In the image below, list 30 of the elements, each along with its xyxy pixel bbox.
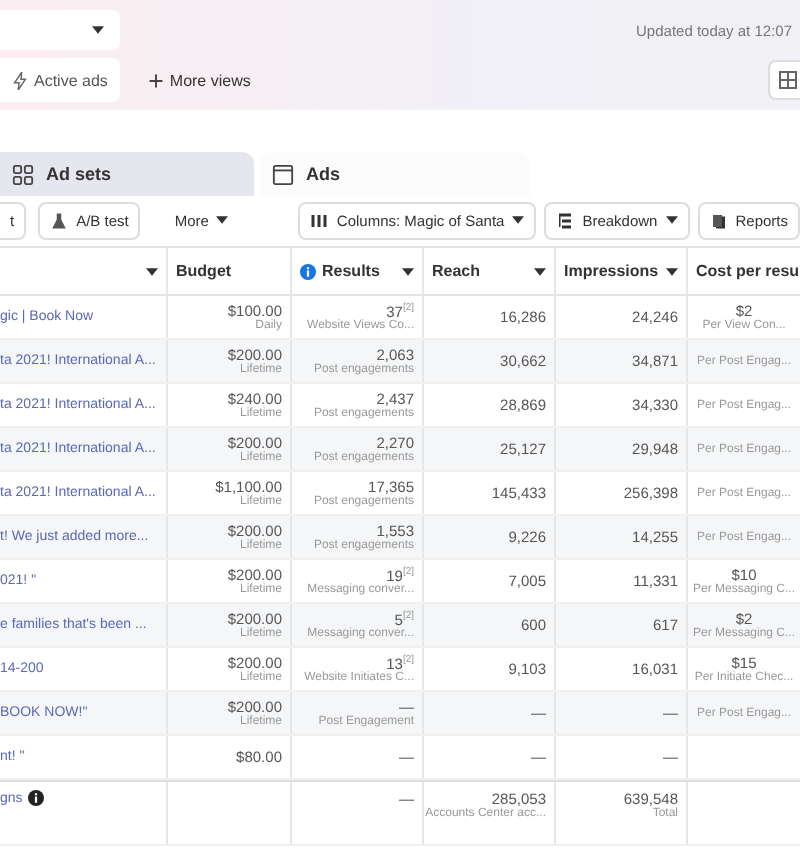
level-tab[interactable]: Ad sets — [0, 152, 254, 196]
column-header[interactable]: Impressions — [556, 248, 688, 294]
reports-icon — [709, 211, 728, 229]
caret-icon — [92, 26, 104, 34]
breakdown-icon — [556, 211, 575, 229]
grid-icon — [12, 163, 34, 185]
caret-icon — [216, 216, 229, 224]
flask-icon — [50, 211, 69, 229]
caret-icon — [402, 267, 414, 275]
bolt-icon — [12, 71, 28, 89]
ad-icon — [272, 163, 294, 185]
column-header[interactable]: Budget — [168, 248, 292, 294]
columns-icon — [310, 211, 329, 229]
caret-icon — [666, 267, 678, 275]
caret-icon — [512, 216, 525, 224]
caret-icon — [665, 216, 678, 224]
level-tab[interactable]: Ads — [260, 152, 530, 196]
dropdown-field[interactable] — [0, 10, 120, 50]
column-header[interactable]: Results — [292, 248, 424, 294]
column-header[interactable]: Reach — [424, 248, 556, 294]
layout-button[interactable] — [768, 60, 800, 100]
caret-icon — [146, 267, 158, 275]
view-chip[interactable]: Active ads — [0, 58, 120, 102]
info-icon — [28, 790, 45, 806]
plus-icon — [147, 71, 164, 89]
caret-icon — [534, 267, 546, 275]
more-views-button[interactable]: More views — [135, 58, 263, 102]
grid-icon — [778, 70, 798, 90]
column-header[interactable]: Cost per resu — [688, 248, 800, 294]
info-icon — [300, 263, 316, 279]
